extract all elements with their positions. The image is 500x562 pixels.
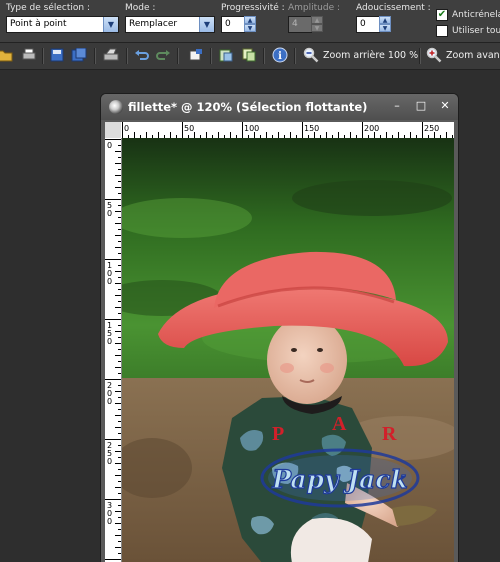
crop-icon[interactable] xyxy=(186,46,204,64)
smoothing-stepper[interactable]: ▲ ▼ xyxy=(379,16,391,33)
watermark-letter-p: P xyxy=(272,423,284,445)
ruler-v-label: 0 xyxy=(107,337,112,346)
watermark-letter-a: A xyxy=(332,413,347,435)
copy-icon[interactable] xyxy=(240,46,258,64)
selection-type-value: Point à point xyxy=(10,19,67,29)
spin-down-icon[interactable]: ▼ xyxy=(244,24,256,32)
progressivity-value: 0 xyxy=(225,19,231,29)
ruler-v-label: 0 xyxy=(107,209,112,218)
spin-up-icon: ▲ xyxy=(311,16,323,24)
smoothing-value: 0 xyxy=(360,19,366,29)
zoom-in-icon[interactable] xyxy=(425,46,443,64)
ruler-corner xyxy=(105,122,121,138)
amplitude-group: Amplitude : xyxy=(288,3,340,14)
smoothing-group: Adoucissement : xyxy=(356,3,431,14)
mode-select[interactable]: Remplacer ▼ xyxy=(125,16,215,33)
watermark-text: Papy Jack xyxy=(271,465,408,494)
antialias-checkbox[interactable]: ✔ xyxy=(436,9,448,21)
ruler-v-label: 0 xyxy=(107,457,112,466)
progressivity-input[interactable]: 0 xyxy=(221,16,245,33)
ruler-v-label: 0 xyxy=(107,141,112,150)
antialias-label: Anticrénelage xyxy=(452,10,500,20)
open-icon[interactable] xyxy=(0,46,14,64)
ruler-h-label: 250 xyxy=(424,124,439,133)
amplitude-stepper: ▲ ▼ xyxy=(311,16,323,33)
scan-icon[interactable] xyxy=(102,46,120,64)
horizontal-ruler[interactable]: 0 50 100 150 200 250 xyxy=(121,122,454,139)
spin-down-icon[interactable]: ▼ xyxy=(379,24,391,32)
zoom-in-label[interactable]: Zoom avant xyxy=(446,50,500,61)
info-icon[interactable]: i xyxy=(271,46,289,64)
ruler-h-label: 200 xyxy=(364,124,379,133)
ruler-v-label: 0 xyxy=(107,397,112,406)
use-all-checkbox[interactable] xyxy=(436,25,448,37)
selection-type-select[interactable]: Point à point ▼ xyxy=(6,16,119,33)
amplitude-value: 4 xyxy=(292,19,298,29)
options-bar: Type de sélection : Point à point ▼ Mode… xyxy=(0,0,500,43)
image-canvas[interactable]: P A R Papy Jack xyxy=(122,138,454,562)
ruler-h-label: 100 xyxy=(244,124,259,133)
chevron-down-icon[interactable]: ▼ xyxy=(103,17,118,32)
minimize-button[interactable]: – xyxy=(389,98,405,114)
spin-down-icon: ▼ xyxy=(311,24,323,32)
ruler-h-label: 50 xyxy=(184,124,194,133)
mode-group: Mode : xyxy=(125,3,155,14)
save-icon[interactable] xyxy=(48,46,66,64)
redo-icon[interactable] xyxy=(154,46,172,64)
maximize-button[interactable]: □ xyxy=(413,98,429,114)
svg-text:i: i xyxy=(278,51,282,62)
vertical-ruler[interactable]: 050100150200250300350 xyxy=(105,138,122,562)
spin-up-icon[interactable]: ▲ xyxy=(244,16,256,24)
selection-type-group: Type de sélection : xyxy=(6,3,90,14)
app-logo-icon xyxy=(109,100,123,114)
ruler-h-label: 150 xyxy=(304,124,319,133)
mode-value: Remplacer xyxy=(129,19,178,29)
amplitude-input: 4 xyxy=(288,16,312,33)
photo: P A R Papy Jack xyxy=(122,138,454,562)
use-all-label: Utiliser tous xyxy=(452,26,500,36)
watermark-letter-r: R xyxy=(382,423,397,445)
checkmark-icon: ✔ xyxy=(437,9,447,20)
document-title: fillette* @ 120% (Sélection flottante) xyxy=(128,100,368,114)
spin-up-icon[interactable]: ▲ xyxy=(379,16,391,24)
undo-icon[interactable] xyxy=(133,46,151,64)
progressivity-label: Progressivité : xyxy=(221,3,285,13)
print-icon[interactable] xyxy=(20,46,38,64)
save-as-icon[interactable] xyxy=(70,46,88,64)
progressivity-stepper[interactable]: ▲ ▼ xyxy=(244,16,256,33)
mode-label: Mode : xyxy=(125,3,156,13)
amplitude-label: Amplitude : xyxy=(288,3,341,13)
progressivity-group: Progressivité : xyxy=(221,3,285,14)
smoothing-input[interactable]: 0 xyxy=(356,16,380,33)
close-button[interactable]: ✕ xyxy=(437,98,453,114)
zoom-out-icon[interactable] xyxy=(302,46,320,64)
document-window[interactable]: fillette* @ 120% (Sélection flottante) –… xyxy=(100,93,459,562)
ruler-h-label: 0 xyxy=(124,124,129,133)
document-titlebar[interactable]: fillette* @ 120% (Sélection flottante) –… xyxy=(101,94,458,120)
ruler-v-label: 0 xyxy=(107,517,112,526)
paste-icon[interactable] xyxy=(217,46,235,64)
ruler-v-label: 0 xyxy=(107,277,112,286)
chevron-down-icon[interactable]: ▼ xyxy=(199,17,214,32)
zoom-out-label[interactable]: Zoom arrière 100 % xyxy=(323,50,418,61)
smoothing-label: Adoucissement : xyxy=(356,3,431,13)
selection-type-label: Type de sélection : xyxy=(6,3,90,13)
main-toolbar: i Zoom arrière 100 % Zoom avant xyxy=(0,43,500,70)
